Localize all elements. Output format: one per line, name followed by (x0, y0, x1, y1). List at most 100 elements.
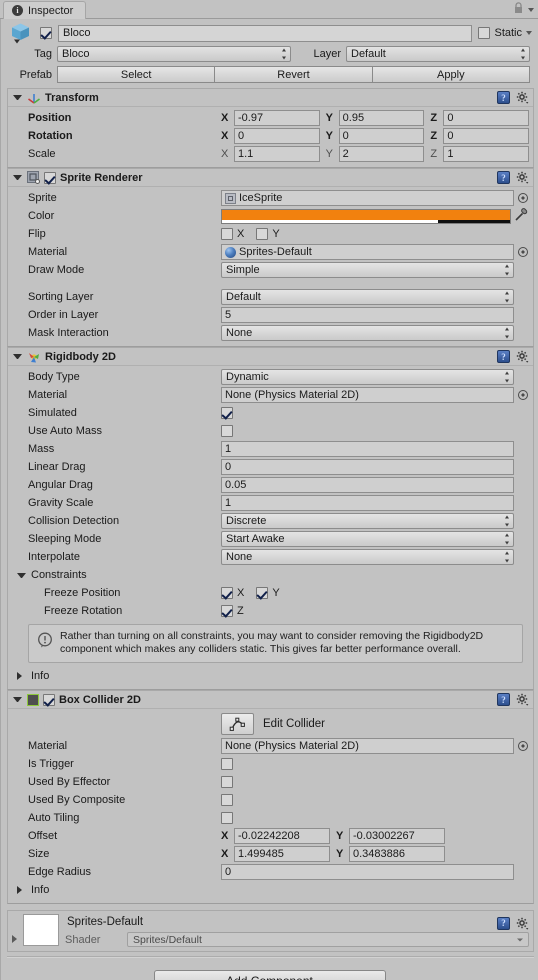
toggle-checkbox[interactable] (221, 758, 233, 770)
foldout-toggle-icon[interactable] (13, 354, 22, 359)
axis-input-x[interactable]: 0 (234, 128, 320, 144)
layer-dropdown[interactable]: Default (346, 45, 530, 62)
gear-icon[interactable] (516, 693, 529, 706)
toggle-checkbox[interactable] (221, 794, 233, 806)
gear-icon[interactable] (516, 171, 529, 184)
property-row: Offset X -0.02242208 Y -0.03002267 (12, 827, 529, 845)
object-picker-icon[interactable] (516, 741, 529, 751)
foldout-row[interactable]: Constraints (12, 566, 529, 584)
gameobject-name-input[interactable]: Bloco (58, 24, 473, 42)
axis-input-z[interactable]: 0 (443, 128, 530, 144)
toggle-checkbox[interactable] (221, 776, 233, 788)
dropdown-field[interactable]: Simple (221, 262, 514, 278)
edit-collider-button[interactable] (221, 713, 254, 735)
axis-label-x: X (237, 587, 245, 599)
axis-input-x[interactable]: -0.97 (234, 110, 320, 126)
value-input[interactable]: 5 (221, 307, 514, 323)
value-input[interactable]: 0.05 (221, 477, 514, 493)
axis-input-y[interactable]: -0.03002267 (349, 828, 445, 844)
tag-updown-icon (281, 48, 286, 59)
chevron-right-icon[interactable] (12, 935, 17, 943)
foldout-toggle-icon[interactable] (17, 572, 26, 578)
foldout-toggle-icon[interactable] (13, 697, 22, 702)
help-book-icon[interactable]: ? (497, 350, 510, 363)
value-input[interactable]: 0 (221, 864, 514, 880)
dropdown-field[interactable]: Start Awake (221, 531, 514, 547)
value-input[interactable]: 1 (221, 495, 514, 511)
checkbox-y[interactable] (256, 587, 269, 599)
value-input[interactable]: 0 (221, 459, 514, 475)
dropdown-field[interactable]: None (221, 549, 514, 565)
shader-value: Sprites/Default (133, 933, 202, 946)
object-field[interactable]: Sprites-Default (221, 244, 514, 260)
component-header[interactable]: Transform? (8, 89, 533, 107)
help-book-icon[interactable]: ? (497, 693, 510, 706)
axis-input-y[interactable]: 0.3483886 (349, 846, 445, 862)
object-picker-icon[interactable] (516, 247, 529, 257)
axis-input-y[interactable]: 2 (338, 146, 425, 162)
property-row: Material None (Physics Material 2D) (12, 386, 529, 404)
checkbox-x[interactable] (221, 587, 233, 599)
axis-input-x[interactable]: 1.499485 (234, 846, 330, 862)
axis-input-z[interactable]: 0 (443, 110, 530, 126)
axis-input-z[interactable]: 1 (443, 146, 530, 162)
axis-input-y[interactable]: 0 (338, 128, 425, 144)
foldout-toggle-icon[interactable] (13, 95, 22, 100)
tag-dropdown[interactable]: Bloco (57, 45, 291, 62)
component-header[interactable]: Box Collider 2D? (8, 691, 533, 709)
prefab-select-button[interactable]: Select (57, 66, 216, 83)
axis-input-x[interactable]: -0.02242208 (234, 828, 330, 844)
gear-icon[interactable] (516, 350, 529, 363)
property-row: Used By Composite (12, 791, 529, 809)
add-component-button[interactable]: Add Component (153, 970, 386, 980)
component-header[interactable]: Rigidbody 2D? (8, 348, 533, 366)
static-dropdown-icon[interactable] (526, 31, 532, 35)
component-header[interactable]: Sprite Renderer? (8, 169, 533, 187)
axis-input-y[interactable]: 0.95 (338, 110, 425, 126)
dropdown-field[interactable]: None (221, 325, 514, 341)
component-body: Position X -0.97 Y 0.95 Z 0 Rotation X 0 Y 0 Z 0 Scale… (8, 107, 533, 167)
component-enabled-checkbox[interactable] (43, 693, 55, 706)
checkbox-x[interactable] (221, 228, 233, 240)
axis-input-x[interactable]: 1.1 (234, 146, 320, 162)
object-field[interactable]: None (Physics Material 2D) (221, 738, 514, 754)
prefab-revert-button[interactable]: Revert (214, 66, 373, 83)
help-book-icon[interactable]: ? (497, 916, 510, 930)
checkbox-z[interactable] (221, 605, 233, 617)
help-book-icon[interactable]: ? (497, 91, 510, 104)
chevron-down-icon[interactable] (528, 7, 534, 12)
object-field[interactable]: None (Physics Material 2D) (221, 387, 514, 403)
eyedropper-icon[interactable] (514, 207, 529, 225)
dropdown-field[interactable]: Default (221, 289, 514, 305)
object-field[interactable]: IceSprite (221, 190, 514, 206)
foldout-toggle-icon[interactable] (13, 175, 22, 180)
dropdown-field[interactable]: Discrete (221, 513, 514, 529)
object-picker-icon[interactable] (516, 390, 529, 400)
static-checkbox[interactable] (478, 27, 491, 39)
color-field[interactable] (221, 208, 511, 224)
foldout-toggle-icon[interactable] (17, 886, 26, 894)
foldout-row[interactable]: Info (12, 667, 529, 685)
field-label: Auto Tiling (28, 812, 80, 824)
foldout-row[interactable]: Info (12, 881, 529, 899)
component-enabled-checkbox[interactable] (44, 171, 56, 184)
toggle-checkbox[interactable] (221, 425, 233, 437)
property-row: Auto Tiling (12, 809, 529, 827)
object-picker-icon[interactable] (516, 193, 529, 203)
value-input[interactable]: 1 (221, 441, 514, 457)
toggle-checkbox[interactable] (221, 812, 233, 824)
padlock-icon[interactable] (513, 2, 524, 17)
foldout-toggle-icon[interactable] (17, 672, 26, 680)
updown-arrows-icon (504, 551, 509, 563)
gear-icon[interactable] (516, 917, 529, 930)
tab-bar-actions (513, 2, 534, 17)
gear-icon[interactable] (516, 91, 529, 104)
dropdown-field[interactable]: Dynamic (221, 369, 514, 385)
shader-dropdown[interactable]: Sprites/Default (127, 932, 529, 947)
prefab-apply-button[interactable]: Apply (371, 66, 530, 83)
checkbox-y[interactable] (256, 228, 269, 240)
tab-inspector[interactable]: i Inspector (3, 1, 87, 19)
toggle-checkbox[interactable] (221, 407, 233, 419)
help-book-icon[interactable]: ? (497, 171, 510, 184)
gameobject-enabled-checkbox[interactable] (40, 27, 52, 39)
